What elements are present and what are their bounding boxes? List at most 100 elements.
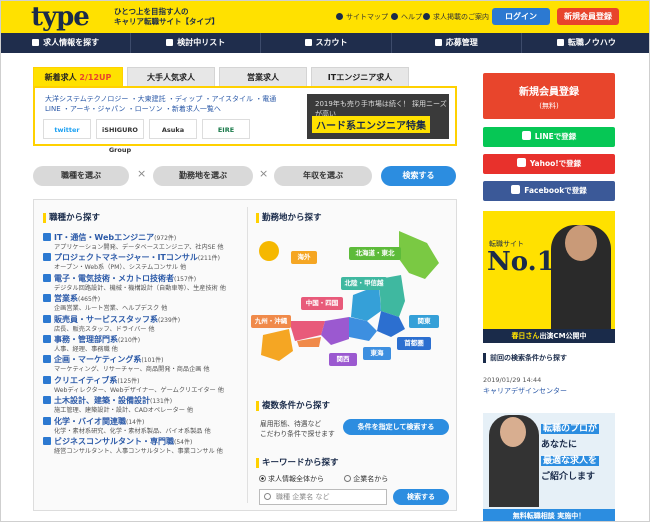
line-icon [521, 131, 531, 140]
hokkaido-shape[interactable] [399, 231, 439, 279]
search-icon [32, 39, 40, 46]
tab-sales-jobs[interactable]: 営業求人 [219, 67, 307, 86]
ishiguro-logo[interactable]: iSHIGURO Group [96, 119, 144, 154]
help-link[interactable]: ヘルプ [391, 12, 422, 22]
occupation-item[interactable]: 企画・マーケティング系(101件) マーケティング、リサーチャー、商品開発・商品企… [43, 354, 233, 374]
radio-all-jobs[interactable]: 求人情報全体から [259, 475, 324, 483]
occupation-name-text: 土木設計、建築・設備設計 [54, 396, 150, 406]
cm-ad-banner[interactable]: 転職サイト No.1 春日さん出演CM公開中 [483, 211, 615, 343]
region-kansai[interactable]: 関西 [329, 353, 357, 366]
category-icon [43, 375, 51, 384]
nav-know-how[interactable]: 転職ノウハウ [522, 33, 649, 53]
occupation-item[interactable]: プロジェクトマネージャー・ITコンサル(211件) オープン・Web系（PM）、シ… [43, 252, 233, 272]
times-icon: × [137, 167, 147, 180]
region-tokai[interactable]: 東海 [363, 347, 391, 360]
page-frame: type ひとつ上を目指す人の キャリア転職サイト【タイプ】 サイトマップ ヘル… [0, 0, 650, 522]
occupation-subcategories: オープン・Web系（PM）、システムコンサル 他 [54, 264, 187, 272]
occupation-name-text: プロジェクトマネージャー・ITコンサル [54, 253, 198, 263]
occupation-item[interactable]: 土木設計、建築・設備設計(131件) 施工管理、建築設計・設計、CADオペレーター… [43, 395, 233, 415]
occupation-item[interactable]: クリエイティブ系(125件) Webディレクター、Webデザイナー、ゲームクリエイ… [43, 375, 233, 395]
category-icon [43, 396, 51, 405]
occupation-subcategories: 店長、販売スタッフ、ドライバー 他 [54, 325, 155, 333]
login-button[interactable]: ログイン [492, 8, 550, 25]
previous-search-date: 2019/01/29 14:44 [483, 376, 542, 384]
category-icon [43, 355, 51, 364]
region-kyushu-okinawa[interactable]: 九州・沖縄 [251, 315, 291, 328]
radio-company-name[interactable]: 企業名から [344, 475, 388, 483]
occupation-count: (211件) [197, 255, 221, 263]
occupation-item[interactable]: 電子・電気技術・メカトロ技術者(157件) デジタル回路設計、機械・機構設計（自動… [43, 273, 233, 293]
category-icon [43, 273, 51, 282]
multi-condition-search-button[interactable]: 条件を指定して検索する [343, 419, 449, 435]
nav-consider-list[interactable]: 検討中リスト [131, 33, 262, 53]
tagline-line-1: ひとつ上を目指す人の [114, 7, 189, 16]
yahoo-register-button[interactable]: Yahoo!で登録 [483, 154, 615, 174]
previous-search-link[interactable]: キャリアデザインセンター [483, 386, 567, 396]
ad-person-face [565, 225, 597, 261]
asuka-logo[interactable]: Asuka [149, 119, 197, 139]
kyushu-shape[interactable] [261, 329, 293, 361]
site-header: type ひとつ上を目指す人の キャリア転職サイト【タイプ】 サイトマップ ヘル… [1, 1, 649, 33]
site-logo[interactable]: type [31, 4, 90, 30]
sidebar-register-sub: (無料) [539, 102, 559, 110]
recruiter-info-link[interactable]: 求人掲載のご案内 [423, 12, 489, 22]
nav-job-search[interactable]: 求人情報を探す [1, 33, 132, 53]
nav-scout[interactable]: スカウト [261, 33, 392, 53]
region-hokkaido-tohoku[interactable]: 北海道・東北 [349, 247, 401, 260]
twitter-logo[interactable]: twitter [43, 119, 91, 139]
category-icon [43, 334, 51, 343]
nav-applications[interactable]: 応募管理 [392, 33, 522, 53]
keyword-search-button[interactable]: 検索する [393, 489, 449, 505]
search-icon [264, 493, 271, 500]
eire-logo[interactable]: EIRE [202, 119, 250, 139]
region-kanto[interactable]: 関東 [409, 315, 439, 328]
hokuriku-shape[interactable] [351, 285, 381, 321]
line-register-button[interactable]: LINEで登録 [483, 127, 615, 147]
ad-no1-text: No.1 [487, 247, 555, 277]
occupation-count: (125件) [117, 377, 140, 385]
occupation-subcategories: アプリケーション開発、データベースエンジニア、社内SE 他 [54, 244, 224, 251]
region-hokuriku-koshinetsu[interactable]: 北陸・甲信越 [341, 277, 387, 290]
tokai-shape[interactable] [349, 317, 377, 341]
region-chugoku-shikoku[interactable]: 中国・四国 [301, 297, 343, 310]
occupation-name-text: ビジネスコンサルタント・専門職 [54, 436, 174, 446]
previous-search-title: 前回の検索条件から探す [483, 353, 615, 363]
career-consult-ad[interactable]: 転職のプロが あなたに 最適な求人を ご紹介します 無料転職相談 実施中！ [483, 413, 615, 521]
occupation-item[interactable]: 営業系(465件) 企画営業、ルート営業、ヘルプデスク 他 [43, 293, 233, 313]
tab-popular-jobs[interactable]: 大手人気求人 [127, 67, 215, 86]
kanto-shape[interactable] [377, 311, 405, 337]
region-overseas[interactable]: 海外 [291, 251, 317, 264]
occupation-item[interactable]: ビジネスコンサルタント・専門職(54件) 経営コンサルタント、人事コンサルタント、… [43, 436, 233, 456]
occupation-item[interactable]: 事務・管理部門系(210件) 人事、経理、事務職 他 [43, 334, 233, 354]
sidebar-register-title: 新規会員登録 [519, 87, 579, 98]
region-shutoken[interactable]: 首都圏 [397, 337, 431, 350]
keyword-input[interactable]: 職種 企業名 など [259, 489, 387, 505]
select-occupation-button[interactable]: 職種を選ぶ [33, 166, 129, 186]
occupation-item[interactable]: 販売員・サービススタッフ系(239件) 店長、販売スタッフ、ドライバー 他 [43, 314, 233, 334]
bullet-icon [336, 13, 343, 20]
tab-new-jobs[interactable]: 新着求人 2/12UP [33, 67, 123, 86]
japan-map: 海外 北海道・東北 北陸・甲信越 中国・四国 九州・沖縄 関東 首都圏 東海 関… [249, 229, 449, 375]
sitemap-link[interactable]: サイトマップ [336, 12, 388, 22]
register-button[interactable]: 新規会員登録 [557, 8, 619, 25]
search-button[interactable]: 検索する [381, 166, 456, 186]
category-icon [43, 253, 51, 262]
facebook-register-button[interactable]: Facebookで登録 [483, 181, 615, 201]
featured-company-links[interactable]: 大洋システムテクノロジー ・大東建託 ・ディップ ・アイスタイル ・電通 LIN… [45, 94, 300, 114]
sidebar-register-button[interactable]: 新規会員登録 (無料) [483, 73, 615, 119]
occupation-item[interactable]: 化学・バイオ関連職(14件) 化学・素材系研究、化学・素材系製品、バイオ系製品 他 [43, 416, 233, 436]
occupation-name-text: 事務・管理部門系 [54, 334, 118, 344]
tab-it-engineer-jobs[interactable]: ITエンジニア求人 [311, 67, 409, 86]
occupation-name-text: 企画・マーケティング系 [54, 355, 142, 365]
select-income-button[interactable]: 年収を選ぶ [274, 166, 372, 186]
occupation-item[interactable]: IT・通信・Webエンジニア(972件) アプリケーション開発、データベースエンジ… [43, 232, 233, 252]
kansai-shape[interactable] [321, 317, 349, 345]
category-icon [43, 416, 51, 425]
main-nav: 求人情報を探す 検討中リスト スカウト 応募管理 転職ノウハウ [1, 33, 649, 53]
application-icon [434, 39, 442, 46]
select-location-button[interactable]: 勤務地を選ぶ [153, 166, 253, 186]
occupation-count: (131件) [150, 398, 173, 406]
globe-icon[interactable] [259, 241, 279, 261]
occupation-subcategories: マーケティング、リサーチャー、商品開発・商品企画 他 [54, 366, 210, 374]
hard-engineer-banner[interactable]: 2019年も売り手市場は続く！ 採用ニーズが高い ハード系エンジニア特集 [307, 94, 449, 139]
